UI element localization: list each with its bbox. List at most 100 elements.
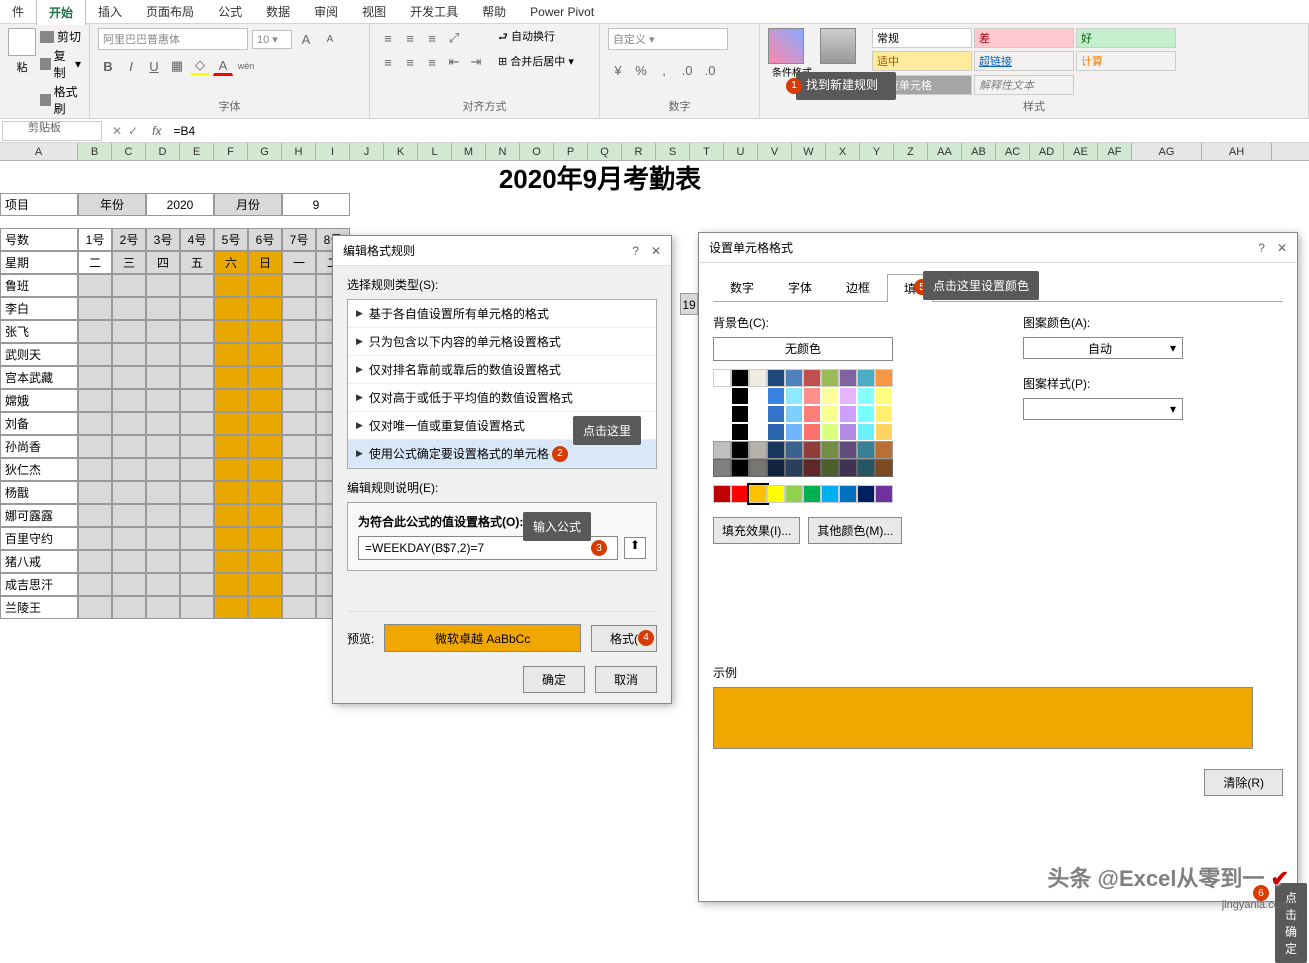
name-cell[interactable]: 狄仁杰 xyxy=(0,458,78,481)
currency-icon[interactable]: ¥ xyxy=(608,60,628,80)
name-cell[interactable]: 宫本武藏 xyxy=(0,366,78,389)
align-mid-icon[interactable]: ≡ xyxy=(400,28,420,48)
cancel-formula-icon[interactable]: ✕ xyxy=(112,124,122,138)
align-bot-icon[interactable]: ≡ xyxy=(422,28,442,48)
rule-type-item[interactable]: 基于各自值设置所有单元格的格式 xyxy=(348,300,656,328)
inc-decimal-icon[interactable]: .0 xyxy=(677,60,697,80)
decrease-font-icon[interactable]: A xyxy=(320,29,340,49)
style-good[interactable]: 好 xyxy=(1076,28,1176,48)
tab-insert[interactable]: 插入 xyxy=(86,0,134,24)
formula-input[interactable] xyxy=(167,122,1309,140)
name-cell[interactable]: 鲁班 xyxy=(0,274,78,297)
no-color-button[interactable]: 无颜色 xyxy=(713,337,893,361)
border-button[interactable]: ▦ xyxy=(167,56,187,76)
tab-layout[interactable]: 页面布局 xyxy=(134,0,206,24)
ok-button[interactable]: 确定 xyxy=(523,666,585,693)
wrap-text-button[interactable]: ⮐ 自动换行 xyxy=(498,28,574,47)
cell-num[interactable]: 号数 xyxy=(0,228,78,251)
align-top-icon[interactable]: ≡ xyxy=(378,28,398,48)
dialog2-titlebar[interactable]: 设置单元格格式 ?✕ xyxy=(699,233,1297,263)
name-cell[interactable]: 嫦娥 xyxy=(0,389,78,412)
cell-week[interactable]: 星期 xyxy=(0,251,78,274)
increase-font-icon[interactable]: A xyxy=(296,29,316,49)
dialog-titlebar[interactable]: 编辑格式规则 ?✕ xyxy=(333,236,671,266)
standard-color-grid[interactable] xyxy=(713,485,893,503)
rule-type-item[interactable]: 仅对排名靠前或靠后的数值设置格式 xyxy=(348,356,656,384)
name-cell[interactable]: 张飞 xyxy=(0,320,78,343)
style-link[interactable]: 超链接 xyxy=(974,51,1074,71)
name-cell[interactable]: 百里守约 xyxy=(0,527,78,550)
fx-icon[interactable]: fx xyxy=(146,124,167,138)
col-A[interactable]: A xyxy=(0,143,78,160)
tab-powerpivot[interactable]: Power Pivot xyxy=(518,1,606,23)
enter-formula-icon[interactable]: ✓ xyxy=(128,124,138,138)
cancel-button[interactable]: 取消 xyxy=(595,666,657,693)
pattern-style-dropdown[interactable]: ▾ xyxy=(1023,398,1183,420)
font-color-button[interactable]: A xyxy=(213,56,233,76)
orientation-icon[interactable]: ⤢ xyxy=(444,28,464,48)
style-calc[interactable]: 计算 xyxy=(1076,51,1176,71)
merge-center-button[interactable]: ⊞ 合并后居中 ▾ xyxy=(498,53,574,69)
percent-icon[interactable]: % xyxy=(631,60,651,80)
style-explain[interactable]: 解释性文本 xyxy=(974,75,1074,95)
cell-styles-gallery[interactable]: 常规 差 好 适中 超链接 计算 检查单元格 解释性文本 xyxy=(872,28,1192,96)
underline-button[interactable]: U xyxy=(144,56,164,76)
indent-dec-icon[interactable]: ⇤ xyxy=(444,52,464,72)
rule-type-item[interactable]: 仅对高于或低于平均值的数值设置格式 xyxy=(348,384,656,412)
name-cell[interactable]: 武则天 xyxy=(0,343,78,366)
close-icon[interactable]: ✕ xyxy=(651,244,661,258)
phonetic-button[interactable]: wén xyxy=(236,56,256,76)
tab-number[interactable]: 数字 xyxy=(713,273,771,301)
tab-data[interactable]: 数据 xyxy=(254,0,302,24)
format-painter-button[interactable]: 格式刷 xyxy=(40,83,81,117)
name-cell[interactable]: 兰陵王 xyxy=(0,596,78,619)
number-format-dropdown[interactable]: 自定义 ▾ xyxy=(608,28,728,50)
name-cell[interactable]: 李白 xyxy=(0,297,78,320)
cell-project[interactable]: 项目 xyxy=(0,193,78,216)
tab-border[interactable]: 边框 xyxy=(829,273,887,301)
tab-font[interactable]: 字体 xyxy=(771,273,829,301)
tab-dev[interactable]: 开发工具 xyxy=(398,0,470,24)
pattern-color-dropdown[interactable]: 自动▾ xyxy=(1023,337,1183,359)
paste-button[interactable]: 粘 xyxy=(8,28,36,117)
tab-formula[interactable]: 公式 xyxy=(206,0,254,24)
font-name-dropdown[interactable]: 阿里巴巴普惠体 xyxy=(98,28,248,50)
tab-file[interactable]: 件 xyxy=(0,0,36,24)
cell-remnant[interactable]: 19 xyxy=(680,293,698,315)
name-cell[interactable]: 猪八戒 xyxy=(0,550,78,573)
tab-home[interactable]: 开始 xyxy=(36,0,86,25)
align-center-icon[interactable]: ≡ xyxy=(400,52,420,72)
font-size-dropdown[interactable]: 10 ▾ xyxy=(252,30,292,49)
name-cell[interactable]: 娜可露露 xyxy=(0,504,78,527)
range-selector-icon[interactable]: ⬆ xyxy=(624,537,646,559)
other-colors-button[interactable]: 其他颜色(M)... xyxy=(808,517,902,544)
close-icon[interactable]: ✕ xyxy=(1277,241,1287,255)
italic-button[interactable]: I xyxy=(121,56,141,76)
name-cell[interactable]: 成吉思汗 xyxy=(0,573,78,596)
theme-color-grid[interactable] xyxy=(713,369,893,477)
bold-button[interactable]: B xyxy=(98,56,118,76)
name-cell[interactable]: 刘备 xyxy=(0,412,78,435)
style-bad[interactable]: 差 xyxy=(974,28,1074,48)
help-icon[interactable]: ? xyxy=(1258,241,1265,255)
help-icon[interactable]: ? xyxy=(632,244,639,258)
comma-icon[interactable]: , xyxy=(654,60,674,80)
name-cell[interactable]: 孙尚香 xyxy=(0,435,78,458)
tab-review[interactable]: 审阅 xyxy=(302,0,350,24)
align-left-icon[interactable]: ≡ xyxy=(378,52,398,72)
name-cell[interactable]: 杨戬 xyxy=(0,481,78,504)
align-right-icon[interactable]: ≡ xyxy=(422,52,442,72)
format-button[interactable]: 格式( 4 xyxy=(591,625,657,652)
copy-button[interactable]: 复制 ▾ xyxy=(40,47,81,81)
indent-inc-icon[interactable]: ⇥ xyxy=(466,52,486,72)
col-hdr[interactable]: B xyxy=(78,143,112,160)
fill-effects-button[interactable]: 填充效果(I)... xyxy=(713,517,800,544)
style-normal[interactable]: 常规 xyxy=(872,28,972,48)
cut-button[interactable]: 剪切 xyxy=(40,28,81,45)
rule-type-item[interactable]: 只为包含以下内容的单元格设置格式 xyxy=(348,328,656,356)
style-neutral[interactable]: 适中 xyxy=(872,51,972,71)
fill-color-button[interactable]: ◇ xyxy=(190,56,210,76)
clear-button[interactable]: 清除(R) xyxy=(1204,769,1283,796)
tab-help[interactable]: 帮助 xyxy=(470,0,518,24)
tab-view[interactable]: 视图 xyxy=(350,0,398,24)
